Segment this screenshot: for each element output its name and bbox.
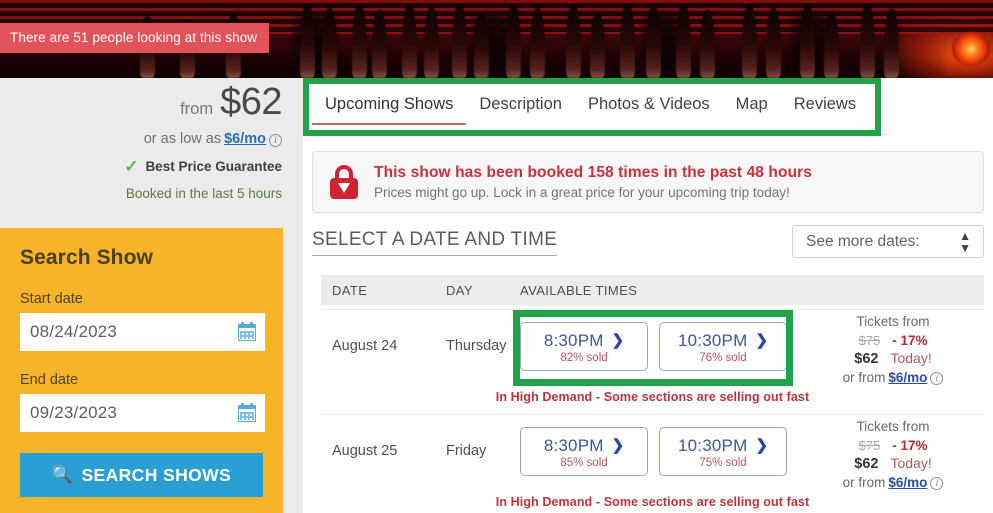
search-button-label: SEARCH SHOWS [81,464,232,485]
original-price: $75 [858,333,881,349]
page-root: There are 51 people looking at this show… [0,0,993,513]
chevron-updown-icon: ▲ ▼ [959,228,971,255]
alert-subtitle: Prices might go up. Lock in a great pric… [374,185,790,200]
chevron-right-icon: ❯ [611,332,625,349]
see-more-dates-dropdown[interactable]: See more dates: ▲ ▼ [792,225,984,258]
current-price: $62 [854,351,879,368]
discount-badge: - 17% [892,438,928,454]
financing-link[interactable]: $6/mo [888,474,927,491]
tickets-from-label: Tickets from [856,419,930,434]
chevron-right-icon: ❯ [755,437,769,454]
search-panel-title: Search Show [20,246,153,269]
discount-badge: - 17% [892,333,928,349]
booked-recently-label: Booked in the last 5 hours [125,186,282,201]
lock-down-arrow-icon [329,165,359,199]
shows-table-header: DATE DAY AVAILABLE TIMES [321,275,984,305]
check-icon: ✓ [124,157,139,176]
time-sold-label: 85% sold [560,456,608,469]
time-sold-label: 76% sold [699,351,747,364]
time-slot-button[interactable]: 8:30PM ❯ 82% sold [520,321,648,371]
time-sold-label: 82% sold [560,351,608,364]
today-label: Today! [890,455,932,472]
financing-line: or from $6/mo i [802,369,984,386]
search-show-panel: Search Show Start date 08/24/2023 End da… [0,228,283,513]
monthly-prefix: or as low as [143,131,222,147]
time-label: 10:30PM [677,330,748,350]
tab-map[interactable]: Map [723,87,781,123]
end-date-value: 09/23/2023 [30,403,118,422]
financing-link[interactable]: $6/mo [888,369,927,386]
current-price: $62 [854,456,879,473]
end-date-input[interactable]: 09/23/2023 [20,394,265,432]
financing-prefix: or from [842,474,886,490]
hero-banner: There are 51 people looking at this show [0,0,993,78]
main-content: Upcoming Shows Description Photos & Vide… [303,78,993,513]
tab-upcoming-shows[interactable]: Upcoming Shows [312,87,467,125]
start-date-input[interactable]: 08/24/2023 [20,313,265,351]
table-row: August 24 Thursday 8:30PM ❯ 82% sold 10:… [321,309,984,414]
financing-prefix: or from [842,369,886,385]
row-times: 8:30PM ❯ 82% sold 10:30PM ❯ 76% sold [520,321,787,371]
price-summary: from $62 or as low as $6/mo i ✓ Best Pri… [0,78,285,201]
info-icon[interactable]: i [930,371,944,385]
high-demand-note: In High Demand - Some sections are selli… [495,495,810,509]
time-label: 8:30PM [543,330,604,350]
tickets-from-label: Tickets from [856,314,930,329]
tab-reviews[interactable]: Reviews [781,87,869,123]
viewers-badge: There are 51 people looking at this show [0,23,270,53]
row-day: Thursday [446,338,507,354]
select-date-time-heading: SELECT A DATE AND TIME [312,229,558,256]
time-label: 8:30PM [543,435,604,455]
start-date-value: 08/24/2023 [30,322,118,341]
row-times: 8:30PM ❯ 85% sold 10:30PM ❯ 75% sold [520,426,787,476]
stage-light-orb [952,32,990,66]
original-price: $75 [858,438,881,454]
column-header-day: DAY [446,282,473,298]
tab-photos-videos[interactable]: Photos & Videos [575,87,723,123]
column-header-date: DATE [332,282,368,298]
table-row: August 25 Friday 8:30PM ❯ 85% sold 10:30… [321,414,984,513]
time-slot-button[interactable]: 10:30PM ❯ 76% sold [659,321,787,371]
tabs-navigation: Upcoming Shows Description Photos & Vide… [312,87,890,135]
guarantee-label: Best Price Guarantee [145,159,282,174]
chevron-right-icon: ❯ [611,437,625,454]
calendar-icon[interactable] [238,402,256,422]
row-price-summary: Tickets from $75 - 17% $62 Today! or fro… [802,312,984,386]
best-price-guarantee: ✓ Best Price Guarantee [0,158,282,175]
row-price-summary: Tickets from $75 - 17% $62 Today! or fro… [802,417,984,491]
start-date-label: Start date [20,291,83,307]
info-icon[interactable]: i [930,476,944,490]
financing-line: or from $6/mo i [802,474,984,491]
today-label: Today! [890,350,932,367]
info-icon[interactable]: i [269,133,282,147]
time-sold-label: 75% sold [699,456,747,469]
column-header-available-times: AVAILABLE TIMES [520,282,638,298]
monthly-financing-line: or as low as $6/mo i [0,131,282,147]
time-slot-button[interactable]: 10:30PM ❯ 75% sold [659,426,787,476]
row-date: August 24 [332,338,398,354]
left-column: from $62 or as low as $6/mo i ✓ Best Pri… [0,78,290,513]
tab-description[interactable]: Description [466,87,575,123]
time-slot-button[interactable]: 8:30PM ❯ 85% sold [520,426,648,476]
chevron-right-icon: ❯ [755,332,769,349]
high-demand-note: In High Demand - Some sections are selli… [495,390,810,404]
search-shows-button[interactable]: 🔍 SEARCH SHOWS [20,453,263,497]
alert-title: This show has been booked 158 times in t… [374,164,812,181]
end-date-label: End date [20,372,79,388]
see-more-dates-label: See more dates: [806,232,920,250]
price-from-label: from [180,100,214,118]
calendar-icon[interactable] [238,321,256,341]
row-date: August 25 [332,443,398,459]
monthly-financing-link[interactable]: $6/mo [224,131,266,147]
row-day: Friday [446,443,487,459]
time-label: 10:30PM [677,435,748,455]
price-amount: $62 [220,81,282,123]
booking-alert-banner: This show has been booked 158 times in t… [312,151,984,213]
search-icon: 🔍 [51,465,74,484]
